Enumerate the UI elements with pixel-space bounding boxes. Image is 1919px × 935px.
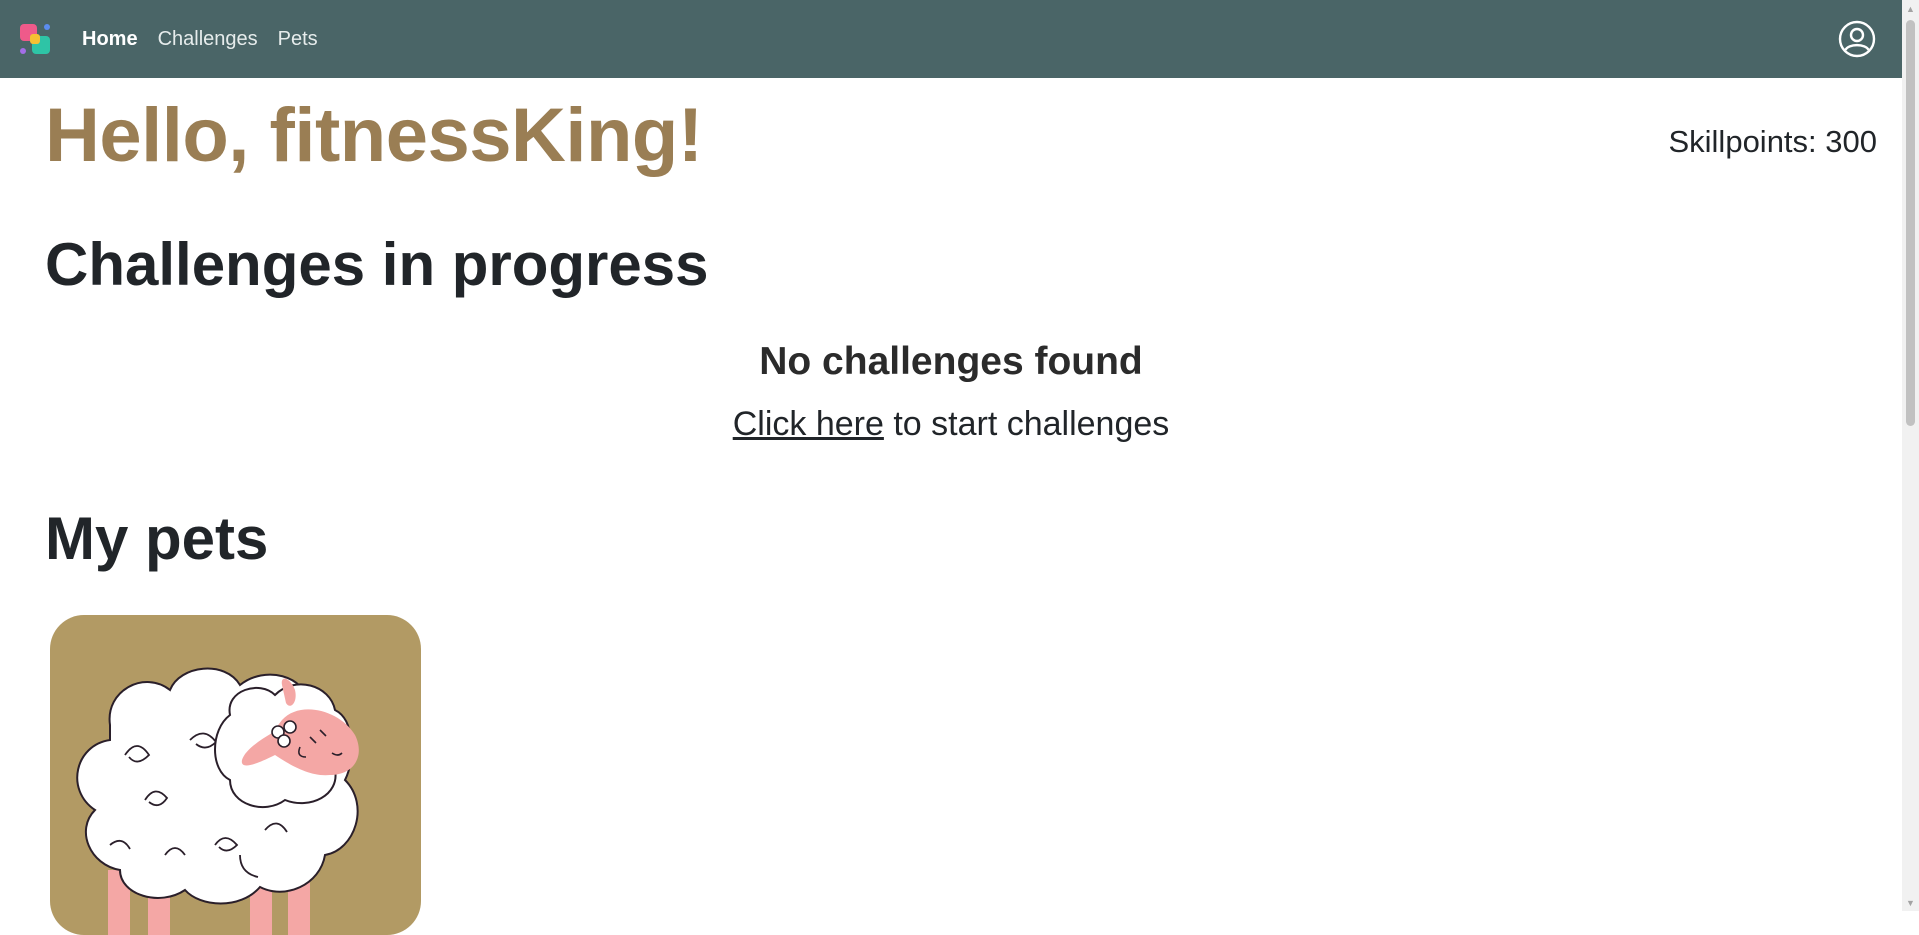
scroll-up-arrow-icon[interactable]: ▲ <box>1902 0 1919 17</box>
challenges-section-title: Challenges in progress <box>45 231 709 298</box>
sheep-illustration <box>76 667 359 935</box>
pet-card[interactable] <box>50 615 421 935</box>
top-navbar: Home Challenges Pets <box>0 0 1902 78</box>
start-challenges-message: Click here to start challenges <box>0 405 1902 444</box>
skillpoints-text: Skillpoints: 300 <box>1668 124 1877 159</box>
app-logo-icon[interactable] <box>18 22 52 56</box>
nav-link-home[interactable]: Home <box>82 28 138 51</box>
pets-section-title: My pets <box>45 505 269 572</box>
start-challenges-suffix: to start challenges <box>883 405 1170 443</box>
user-circle-icon[interactable] <box>1838 20 1876 58</box>
start-challenges-link[interactable]: Click here <box>733 405 884 443</box>
scroll-thumb[interactable] <box>1906 20 1915 426</box>
greeting-heading: Hello, fitnessKing! <box>45 93 703 178</box>
scroll-down-arrow-icon[interactable]: ▼ <box>1902 894 1919 911</box>
page-scrollbar[interactable]: ▲ ▼ <box>1902 0 1919 911</box>
nav-link-pets[interactable]: Pets <box>278 28 318 51</box>
nav-links: Home Challenges Pets <box>82 0 318 78</box>
no-challenges-title: No challenges found <box>759 340 1143 383</box>
nav-link-challenges[interactable]: Challenges <box>158 28 258 51</box>
